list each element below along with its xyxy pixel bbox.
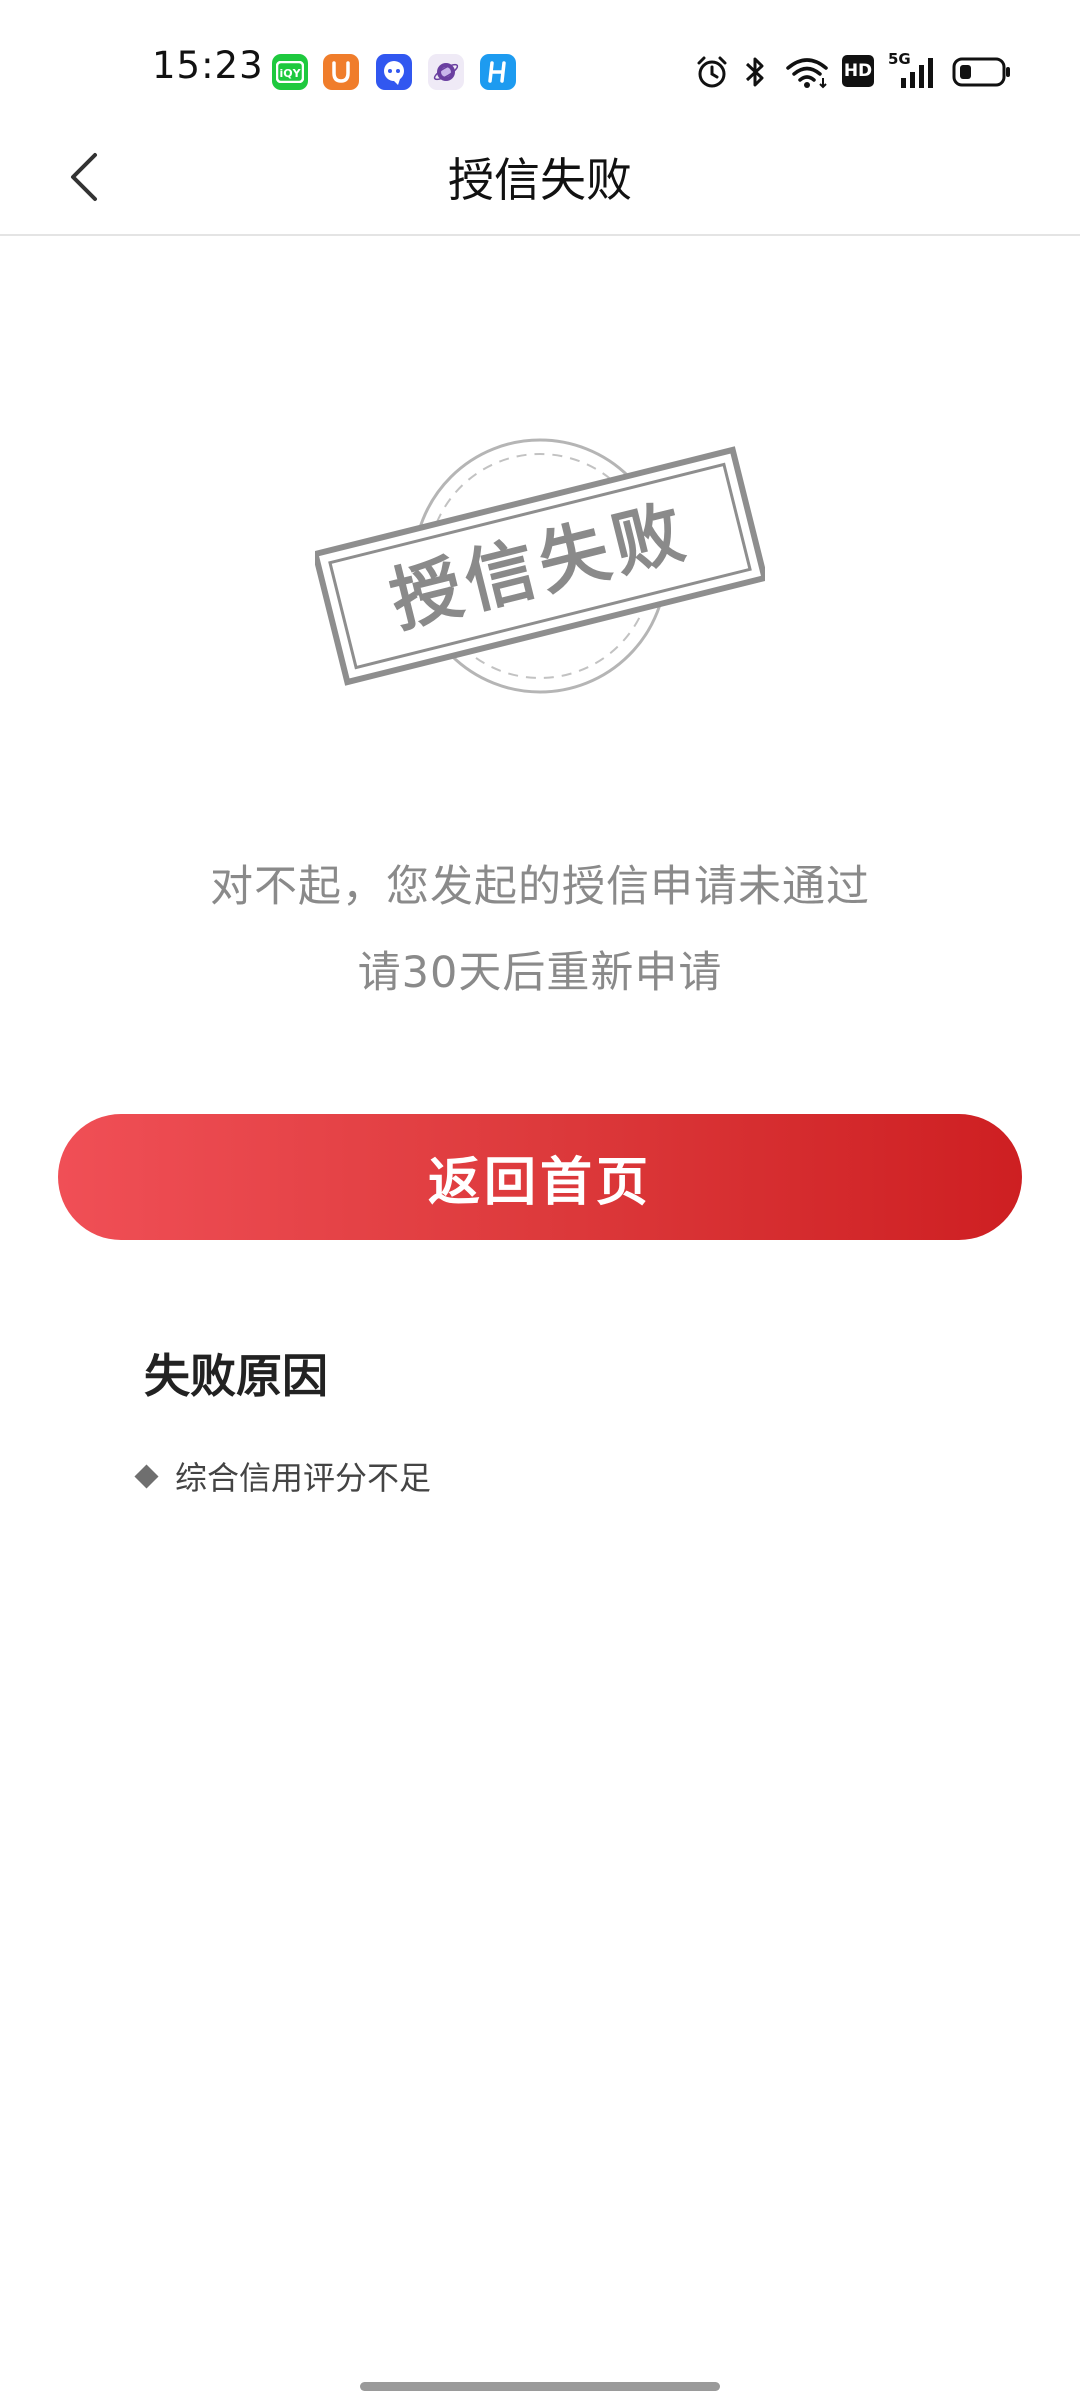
failure-message-line1: 对不起，您发起的授信申请未通过 <box>210 862 870 912</box>
page-title: 授信失败 <box>448 153 632 207</box>
failure-reason-heading: 失败原因 <box>144 1349 328 1403</box>
nav-bar: 授信失败 <box>0 120 1080 236</box>
home-indicator[interactable] <box>360 2382 720 2391</box>
failure-reason-item: 综合信用评分不足 <box>134 1454 432 1498</box>
alarm-icon <box>697 56 727 88</box>
failed-stamp: 授信失败 <box>311 430 769 700</box>
signal-icon <box>901 58 933 88</box>
battery-icon <box>952 57 1010 87</box>
wifi-icon <box>786 58 828 89</box>
failure-reason-text: 综合信用评分不足 <box>175 1459 432 1497</box>
status-icons: HD 5G <box>0 50 1080 94</box>
hd-icon: HD <box>842 55 874 87</box>
failure-message-line2: 请30天后重新申请 <box>357 948 723 998</box>
return-home-button[interactable]: 返回首页 <box>58 1114 1022 1240</box>
stamp-icon: 授信失败 <box>311 438 769 694</box>
bluetooth-icon <box>745 57 764 87</box>
status-bar: 15:23 iQY HD 5G <box>0 0 1080 120</box>
diamond-bullet-icon <box>134 1463 159 1489</box>
